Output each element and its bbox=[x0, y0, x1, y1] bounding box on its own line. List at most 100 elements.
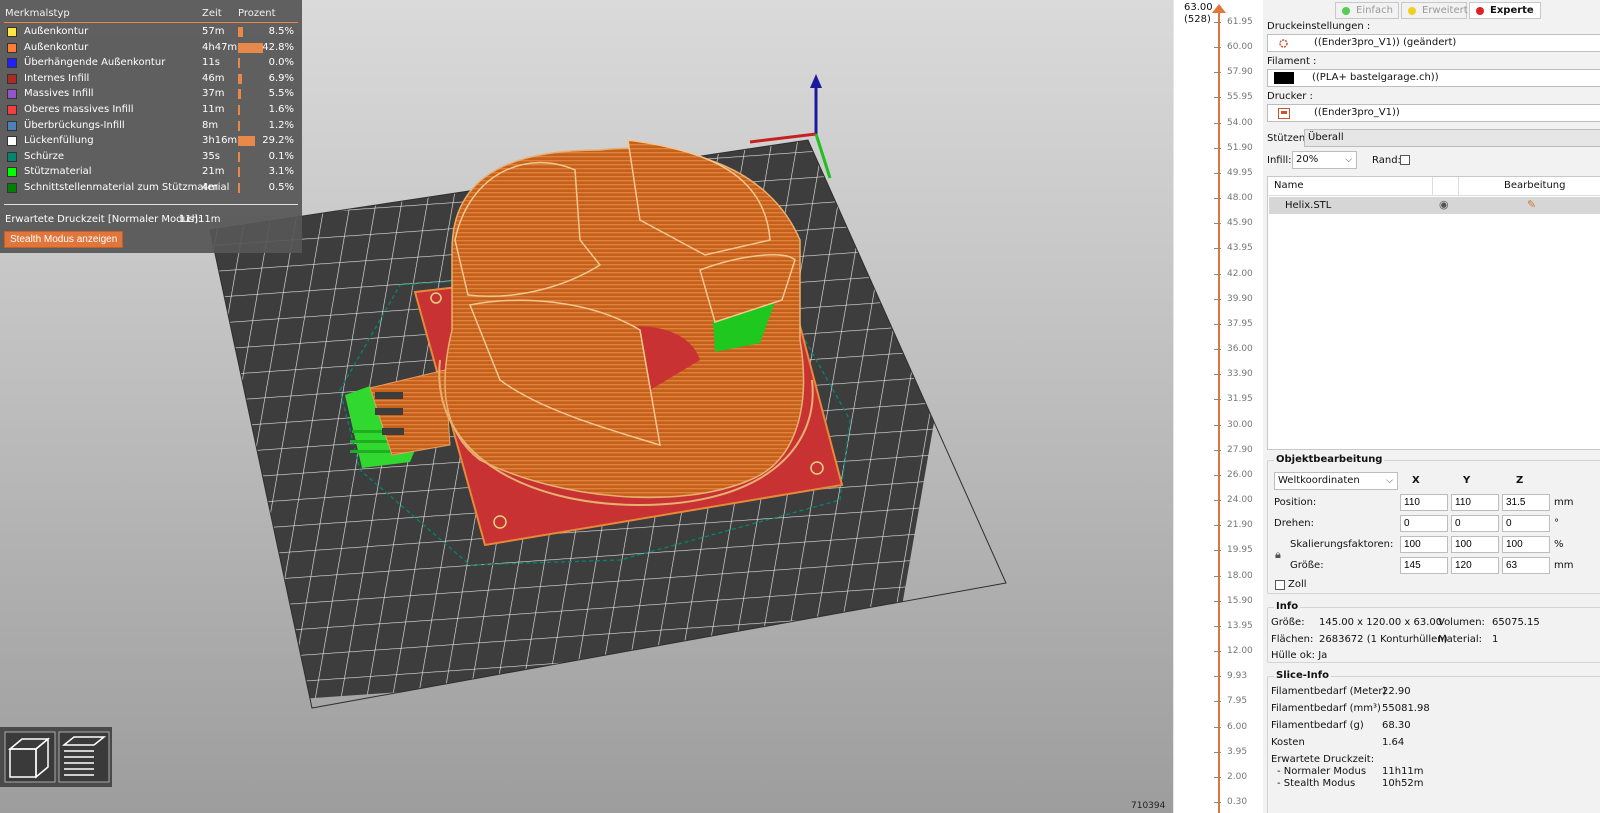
object-row[interactable]: Helix.STL ◉ ✎ bbox=[1269, 197, 1600, 214]
rotate-y-input[interactable] bbox=[1451, 515, 1499, 532]
slider-tick-label: 42.00 bbox=[1227, 268, 1253, 279]
3d-view-icon[interactable] bbox=[4, 731, 56, 783]
slice-info-label: Filamentbedarf (g) bbox=[1271, 720, 1364, 731]
size-z-input[interactable] bbox=[1502, 557, 1550, 574]
legend-time: 8m bbox=[202, 119, 219, 131]
legend-swatch bbox=[7, 167, 17, 178]
layer-slider[interactable]: 63.00 (528) 61.95 60.00 57.90 55.95 54.00 51.… bbox=[1173, 0, 1263, 813]
position-x-input[interactable] bbox=[1400, 494, 1448, 511]
infill-select[interactable]: 20% ⌵ bbox=[1292, 151, 1357, 169]
slider-tick-label: 48.00 bbox=[1227, 193, 1253, 204]
legend-time: 4h47m bbox=[202, 41, 238, 53]
slice-stealth-value: 10h52m bbox=[1382, 778, 1424, 789]
slider-tick-label: 30.00 bbox=[1227, 419, 1253, 430]
slice-info-label: Kosten bbox=[1271, 737, 1305, 748]
legend-time: 57m bbox=[202, 26, 225, 37]
size-y-input[interactable] bbox=[1451, 557, 1499, 574]
scale-y-input[interactable] bbox=[1451, 536, 1499, 553]
column-edit[interactable]: Bearbeitung bbox=[1504, 180, 1565, 191]
slider-tick: 18.00 bbox=[1214, 571, 1264, 581]
slider-tick-label: 9.93 bbox=[1227, 671, 1248, 682]
edit-icon[interactable]: ✎ bbox=[1527, 198, 1536, 211]
slider-tick-label: 15.90 bbox=[1227, 595, 1253, 606]
legend-panel: Merkmalstyp Zeit Prozent Außenkontur 57m 8… bbox=[0, 0, 302, 253]
size-x-input[interactable] bbox=[1400, 557, 1448, 574]
slider-tick: 30.00 bbox=[1214, 420, 1264, 430]
slider-tick-label: 2.00 bbox=[1227, 771, 1248, 782]
inch-checkbox[interactable] bbox=[1275, 580, 1285, 590]
slice-info-value: 68.30 bbox=[1382, 720, 1411, 731]
filament-select[interactable]: ((PLA+ bastelgarage.ch)) bbox=[1267, 69, 1600, 87]
axis-z-label: Z bbox=[1516, 475, 1524, 486]
slice-info-label: Filamentbedarf (Meter) bbox=[1271, 686, 1387, 697]
slider-tick: 24.00 bbox=[1214, 495, 1264, 505]
coordinate-system-select[interactable]: Weltkoordinaten ⌵ bbox=[1274, 472, 1398, 490]
supports-label: Stützen: bbox=[1267, 133, 1309, 144]
legend-percent: 0.1% bbox=[268, 150, 294, 162]
legend-header-percent: Prozent bbox=[238, 8, 276, 19]
object-edit-panel: Objektbearbeitung Weltkoordinaten ⌵ X Y … bbox=[1267, 454, 1600, 594]
vertex-count: 710394 bbox=[1131, 801, 1166, 811]
tab-expert[interactable]: Experte bbox=[1469, 2, 1541, 19]
legend-time: 37m bbox=[202, 88, 225, 100]
slider-tick-label: 6.00 bbox=[1227, 721, 1248, 732]
legend-name: Überbrückungs-Infill bbox=[24, 119, 125, 131]
position-y-input[interactable] bbox=[1451, 494, 1499, 511]
legend-header-type: Merkmalstyp bbox=[5, 8, 70, 19]
filament-color-swatch[interactable] bbox=[1274, 72, 1294, 84]
scale-label: Skalierungsfaktoren: bbox=[1290, 539, 1394, 550]
infill-label: Infill: bbox=[1267, 155, 1292, 166]
scale-unit: % bbox=[1554, 539, 1564, 550]
tab-simple[interactable]: Einfach bbox=[1335, 2, 1399, 19]
print-settings-select[interactable]: ((Ender3pro_V1)) (geändert) bbox=[1267, 34, 1600, 52]
layers-view-icon[interactable] bbox=[58, 731, 110, 783]
info-manifold: Hülle ok: Ja bbox=[1271, 650, 1328, 661]
position-z-input[interactable] bbox=[1502, 494, 1550, 511]
legend-swatch bbox=[7, 89, 17, 100]
slider-tick-label: 36.00 bbox=[1227, 344, 1253, 355]
slider-track[interactable] bbox=[1218, 10, 1220, 813]
slider-tick: 61.95 bbox=[1214, 17, 1264, 27]
legend-bar bbox=[238, 136, 255, 147]
mode-dot-icon bbox=[1476, 7, 1484, 15]
slice-info-value: 22.90 bbox=[1382, 686, 1411, 697]
object-list[interactable]: Name Bearbeitung Helix.STL ◉ ✎ bbox=[1267, 176, 1600, 450]
slider-tick: 6.00 bbox=[1214, 722, 1264, 732]
legend-row: Außenkontur 57m 8.5% bbox=[0, 25, 302, 40]
rotate-x-input[interactable] bbox=[1400, 515, 1448, 532]
lock-icon[interactable]: 🔒︎ bbox=[1275, 548, 1281, 562]
legend-name: Schnittstellenmaterial zum Stützmaterial bbox=[24, 182, 230, 193]
supports-select[interactable]: Überall bbox=[1304, 129, 1600, 147]
info-size-value: 145.00 x 120.00 x 63.00 bbox=[1319, 617, 1443, 628]
scale-x-input[interactable] bbox=[1400, 536, 1448, 553]
legend-row: Massives Infill 37m 5.5% bbox=[0, 87, 302, 102]
rotate-z-input[interactable] bbox=[1502, 515, 1550, 532]
show-stealth-mode-button[interactable]: Stealth Modus anzeigen bbox=[4, 231, 124, 248]
tab-advanced[interactable]: Erweitert bbox=[1401, 2, 1468, 19]
eye-icon[interactable]: ◉ bbox=[1439, 198, 1449, 211]
legend-name: Lückenfüllung bbox=[24, 135, 94, 147]
legend-percent: 0.5% bbox=[268, 182, 294, 193]
3d-viewport[interactable]: Merkmalstyp Zeit Prozent Außenkontur 57m 8… bbox=[0, 0, 1173, 813]
legend-name: Oberes massives Infill bbox=[24, 104, 134, 115]
legend-bar bbox=[238, 120, 240, 131]
legend-percent: 42.8% bbox=[262, 41, 294, 53]
slider-tick: 60.00 bbox=[1214, 42, 1264, 52]
slider-thumb[interactable] bbox=[1212, 4, 1226, 13]
legend-percent: 1.6% bbox=[268, 104, 294, 115]
legend-row: Überbrückungs-Infill 8m 1.2% bbox=[0, 119, 302, 134]
legend-bar bbox=[238, 151, 240, 162]
legend-name: Massives Infill bbox=[24, 88, 94, 100]
slider-tick-label: 37.95 bbox=[1227, 318, 1253, 329]
slider-tick-label: 60.00 bbox=[1227, 42, 1253, 53]
legend-swatch bbox=[7, 27, 17, 37]
brim-checkbox[interactable] bbox=[1400, 155, 1410, 165]
slider-tick: 37.95 bbox=[1214, 319, 1264, 329]
info-title: Info bbox=[1274, 601, 1301, 612]
printer-select[interactable]: ((Ender3pro_V1)) bbox=[1267, 104, 1600, 122]
slider-tick: 43.95 bbox=[1214, 243, 1264, 253]
legend-bar bbox=[238, 105, 240, 115]
scale-z-input[interactable] bbox=[1502, 536, 1550, 553]
column-name[interactable]: Name bbox=[1274, 180, 1304, 191]
object-edit-title: Objektbearbeitung bbox=[1274, 454, 1385, 465]
